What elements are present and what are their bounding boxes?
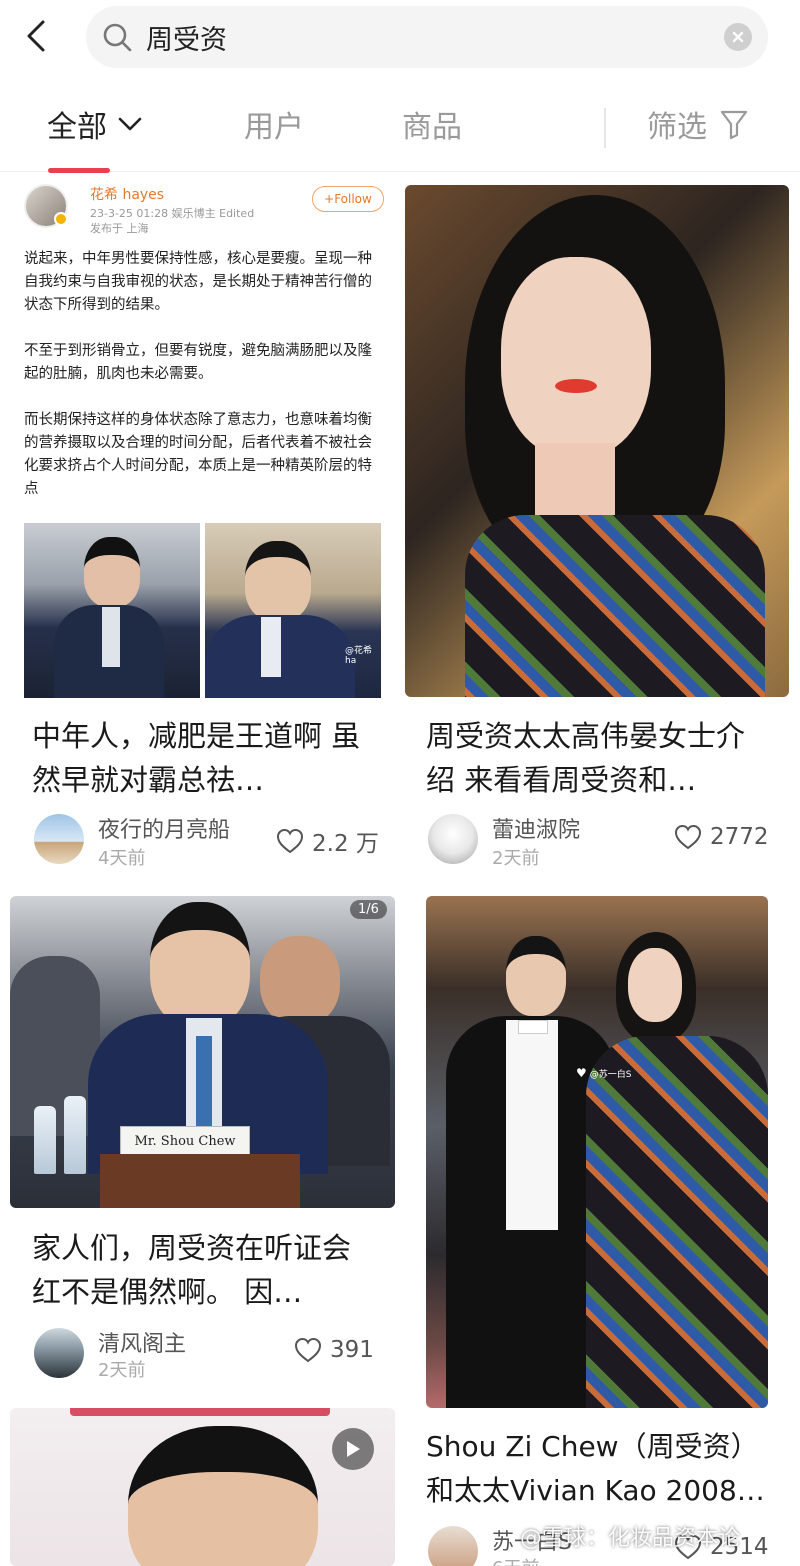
search-icon <box>103 23 132 52</box>
play-icon <box>347 1441 360 1457</box>
card-1-time: 4天前 <box>98 848 146 869</box>
video-face <box>128 1426 318 1566</box>
card-3-author[interactable]: 清风阁主 <box>98 1326 186 1358</box>
man-shirt <box>261 617 281 677</box>
card-1-title: 中年人，减肥是王道啊 虽然早就对霸总祛… <box>32 719 361 797</box>
card-2-image <box>405 185 789 697</box>
nameplate: Mr. Shou Chew <box>120 1126 250 1156</box>
post-meta: 23-3-25 01:28 娱乐博主 Edited 发布于 上海 <box>90 206 310 236</box>
bow-tie <box>518 1020 548 1034</box>
card-2-time: 2天前 <box>492 848 540 869</box>
verified-badge <box>54 212 68 226</box>
man-face <box>245 541 311 621</box>
card-3-like-button[interactable]: 391 <box>294 1337 374 1363</box>
card-2-author[interactable]: 蕾迪淑院 <box>492 812 580 844</box>
post-location: 发布于 上海 <box>90 222 149 235</box>
wife-face <box>628 948 682 1022</box>
husband-face <box>506 936 566 1016</box>
speaker-tie <box>196 1036 212 1126</box>
card-5-image <box>10 1408 395 1566</box>
card-3-like-count: 391 <box>330 1337 374 1363</box>
card-3-image: Mr. Shou Chew 1/6 <box>10 896 395 1208</box>
source-watermark: @雪球：化妆品资本论 <box>520 1526 741 1551</box>
card-4-image: ♥ @苏一白S <box>426 896 768 1408</box>
tab-all-label: 全部 <box>47 110 107 145</box>
card-1-like-count: 2.2 万 <box>312 831 379 857</box>
card-3-avatar[interactable] <box>34 1328 84 1378</box>
image-watermark-text: @苏一白S <box>589 1069 632 1080</box>
post-paragraph: 而长期保持这样的身体状态除了意志力，也意味着均衡的营养摄取以及合理的时间分配，后… <box>24 412 372 497</box>
desk <box>100 1154 300 1208</box>
tab-all[interactable]: 全部 <box>47 102 143 146</box>
post-paragraph: 说起来，中年男性要保持性感，核心是要瘦。呈现一种自我约束与自我审视的状态，是长期… <box>24 251 372 313</box>
video-play-button[interactable] <box>332 1428 374 1470</box>
search-results-page: 全部 用户 商品 筛选 花希 hayes 23-3-25 01:28 娱乐博主 … <box>0 0 800 1566</box>
caption-strip <box>70 1408 330 1416</box>
photo-watermark: @花希ha <box>345 646 373 666</box>
search-bar[interactable] <box>86 6 768 68</box>
woman-dress <box>465 515 765 697</box>
card-1-like-button[interactable]: 2.2 万 <box>276 824 379 858</box>
tab-products-label: 商品 <box>402 110 462 145</box>
heart-icon <box>276 828 304 854</box>
filter-label: 筛选 <box>647 110 707 145</box>
card-1-image: 花希 hayes 23-3-25 01:28 娱乐博主 Edited 发布于 上… <box>10 178 395 698</box>
post-follow-button: +Follow <box>312 186 384 212</box>
search-input[interactable] <box>146 17 724 57</box>
image-watermark: ♥ @苏一白S <box>576 1066 631 1080</box>
post-photo-1 <box>24 523 200 698</box>
close-icon <box>732 31 744 43</box>
filter-button[interactable]: 筛选 <box>647 102 749 146</box>
image-count-badge: 1/6 <box>350 900 387 919</box>
heart-icon: ♥ <box>576 1066 587 1080</box>
tab-bar: 全部 用户 商品 筛选 <box>0 90 800 173</box>
card-1-author[interactable]: 夜行的月亮船 <box>98 812 230 844</box>
tab-products[interactable]: 商品 <box>402 102 462 146</box>
card-2-title: 周受资太太高伟晏女士介绍 来看看周受资和… <box>426 719 746 797</box>
post-timestamp: 23-3-25 01:28 娱乐博主 Edited <box>90 207 255 220</box>
water-bottle <box>64 1096 86 1174</box>
card-3-time: 2天前 <box>98 1360 146 1381</box>
card-2-avatar[interactable] <box>428 814 478 864</box>
man-shirt <box>102 607 120 667</box>
post-photo-2: @花希ha <box>205 523 381 698</box>
wife-dress <box>586 1036 768 1408</box>
woman-lips <box>555 379 597 393</box>
post-body: 说起来，中年男性要保持性感，核心是要瘦。呈现一种自我约束与自我审视的状态，是长期… <box>24 248 384 524</box>
speaker-face <box>150 902 250 1028</box>
post-author-name: 花希 hayes <box>90 187 165 203</box>
card-2-like-button[interactable]: 2772 <box>674 824 769 850</box>
husband-shirt <box>506 1020 558 1230</box>
card-4-time: 6天前 <box>492 1554 539 1566</box>
water-bottle <box>34 1106 56 1174</box>
man-face <box>84 537 140 607</box>
card-2-like-count: 2772 <box>710 824 769 850</box>
card-3-title: 家人们，周受资在听证会红不是偶然啊。 因… <box>32 1231 352 1309</box>
clear-search-button[interactable] <box>724 23 752 51</box>
tab-users-label: 用户 <box>244 110 304 145</box>
heart-icon <box>294 1337 322 1363</box>
card-1-avatar[interactable] <box>34 814 84 864</box>
tab-divider <box>604 108 606 148</box>
woman-face <box>501 257 651 457</box>
tab-users[interactable]: 用户 <box>244 102 304 146</box>
filter-icon <box>720 110 748 140</box>
back-button[interactable] <box>18 18 54 54</box>
chevron-down-icon <box>118 117 142 131</box>
bg-person-face <box>260 936 340 1026</box>
card-4-title: Shou Zi Chew（周受资）和太太Vivian Kao 2008… <box>426 1430 765 1507</box>
chevron-left-icon <box>27 20 45 52</box>
post-paragraph: 不至于到形销骨立，但要有锐度，避免脑满肠肥以及隆起的肚腩，肌肉也未必需要。 <box>24 343 372 382</box>
heart-icon <box>674 824 702 850</box>
